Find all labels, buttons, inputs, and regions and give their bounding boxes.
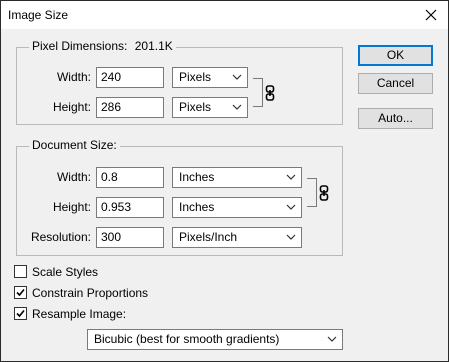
constrain-proportions-label: Constrain Proportions <box>32 286 149 300</box>
cancel-button[interactable]: Cancel <box>358 73 433 94</box>
resample-method-value: Bicubic (best for smooth gradients) <box>94 332 280 346</box>
doc-link-toggle[interactable] <box>319 185 329 201</box>
checkmark-icon <box>16 288 25 297</box>
doc-width-label: Width: <box>56 170 91 184</box>
auto-button[interactable]: Auto... <box>358 108 433 129</box>
ok-button[interactable]: OK <box>358 45 433 66</box>
resolution-unit-value: Pixels/Inch <box>179 230 238 244</box>
chevron-down-icon <box>286 204 296 210</box>
doc-height-input[interactable]: 0.953 <box>96 197 164 218</box>
pixel-height-unit-select[interactable]: Pixels <box>172 97 248 118</box>
doc-width-input[interactable]: 0.8 <box>96 167 164 188</box>
document-size-legend: Document Size: <box>29 138 120 152</box>
chevron-down-icon <box>286 174 296 180</box>
resample-image-checkbox[interactable] <box>14 307 27 320</box>
constrain-proportions-checkbox[interactable] <box>14 286 27 299</box>
resolution-label: Resolution: <box>30 230 91 244</box>
pixel-width-unit-value: Pixels <box>179 70 212 84</box>
doc-height-unit-select[interactable]: Inches <box>172 197 302 218</box>
chevron-down-icon <box>286 234 296 240</box>
chevron-down-icon <box>232 104 242 110</box>
pixel-dimensions-label: Pixel Dimensions: <box>32 39 128 53</box>
close-button[interactable] <box>414 1 448 29</box>
pixel-height-label: Height: <box>52 100 91 114</box>
close-icon <box>425 9 437 21</box>
doc-height-unit-value: Inches <box>179 200 215 214</box>
resolution-input[interactable]: 300 <box>96 227 164 248</box>
pixel-dimensions-legend: Pixel Dimensions: 201.1K <box>29 39 176 53</box>
pixel-width-label: Width: <box>56 70 91 84</box>
pixel-height-input[interactable]: 286 <box>96 97 164 118</box>
checkmark-icon <box>16 309 25 318</box>
pixel-link-toggle[interactable] <box>265 85 275 101</box>
scale-styles-label: Scale Styles <box>32 265 99 279</box>
dialog-title: Image Size <box>8 8 69 22</box>
doc-width-unit-value: Inches <box>179 170 215 184</box>
pixel-width-input[interactable]: 240 <box>96 67 164 88</box>
doc-height-label: Height: <box>52 200 91 214</box>
pixel-dimensions-size: 201.1K <box>134 39 173 53</box>
title-bar: Image Size <box>1 1 448 29</box>
pixel-link-bracket <box>253 78 263 107</box>
pixel-width-unit-select[interactable]: Pixels <box>172 67 248 88</box>
scale-styles-checkbox[interactable] <box>14 265 27 278</box>
chain-link-icon <box>319 185 329 201</box>
chain-link-icon <box>265 85 275 101</box>
chevron-down-icon <box>327 336 337 342</box>
doc-width-unit-select[interactable]: Inches <box>172 167 302 188</box>
pixel-height-unit-value: Pixels <box>179 100 212 114</box>
image-size-dialog: Image Size Pixel Dimensions: 201.1K Widt… <box>0 0 449 362</box>
resample-method-select[interactable]: Bicubic (best for smooth gradients) <box>87 329 343 350</box>
doc-link-bracket <box>307 178 317 207</box>
resolution-unit-select[interactable]: Pixels/Inch <box>172 227 302 248</box>
chevron-down-icon <box>232 74 242 80</box>
resample-image-label: Resample Image: <box>32 307 127 321</box>
